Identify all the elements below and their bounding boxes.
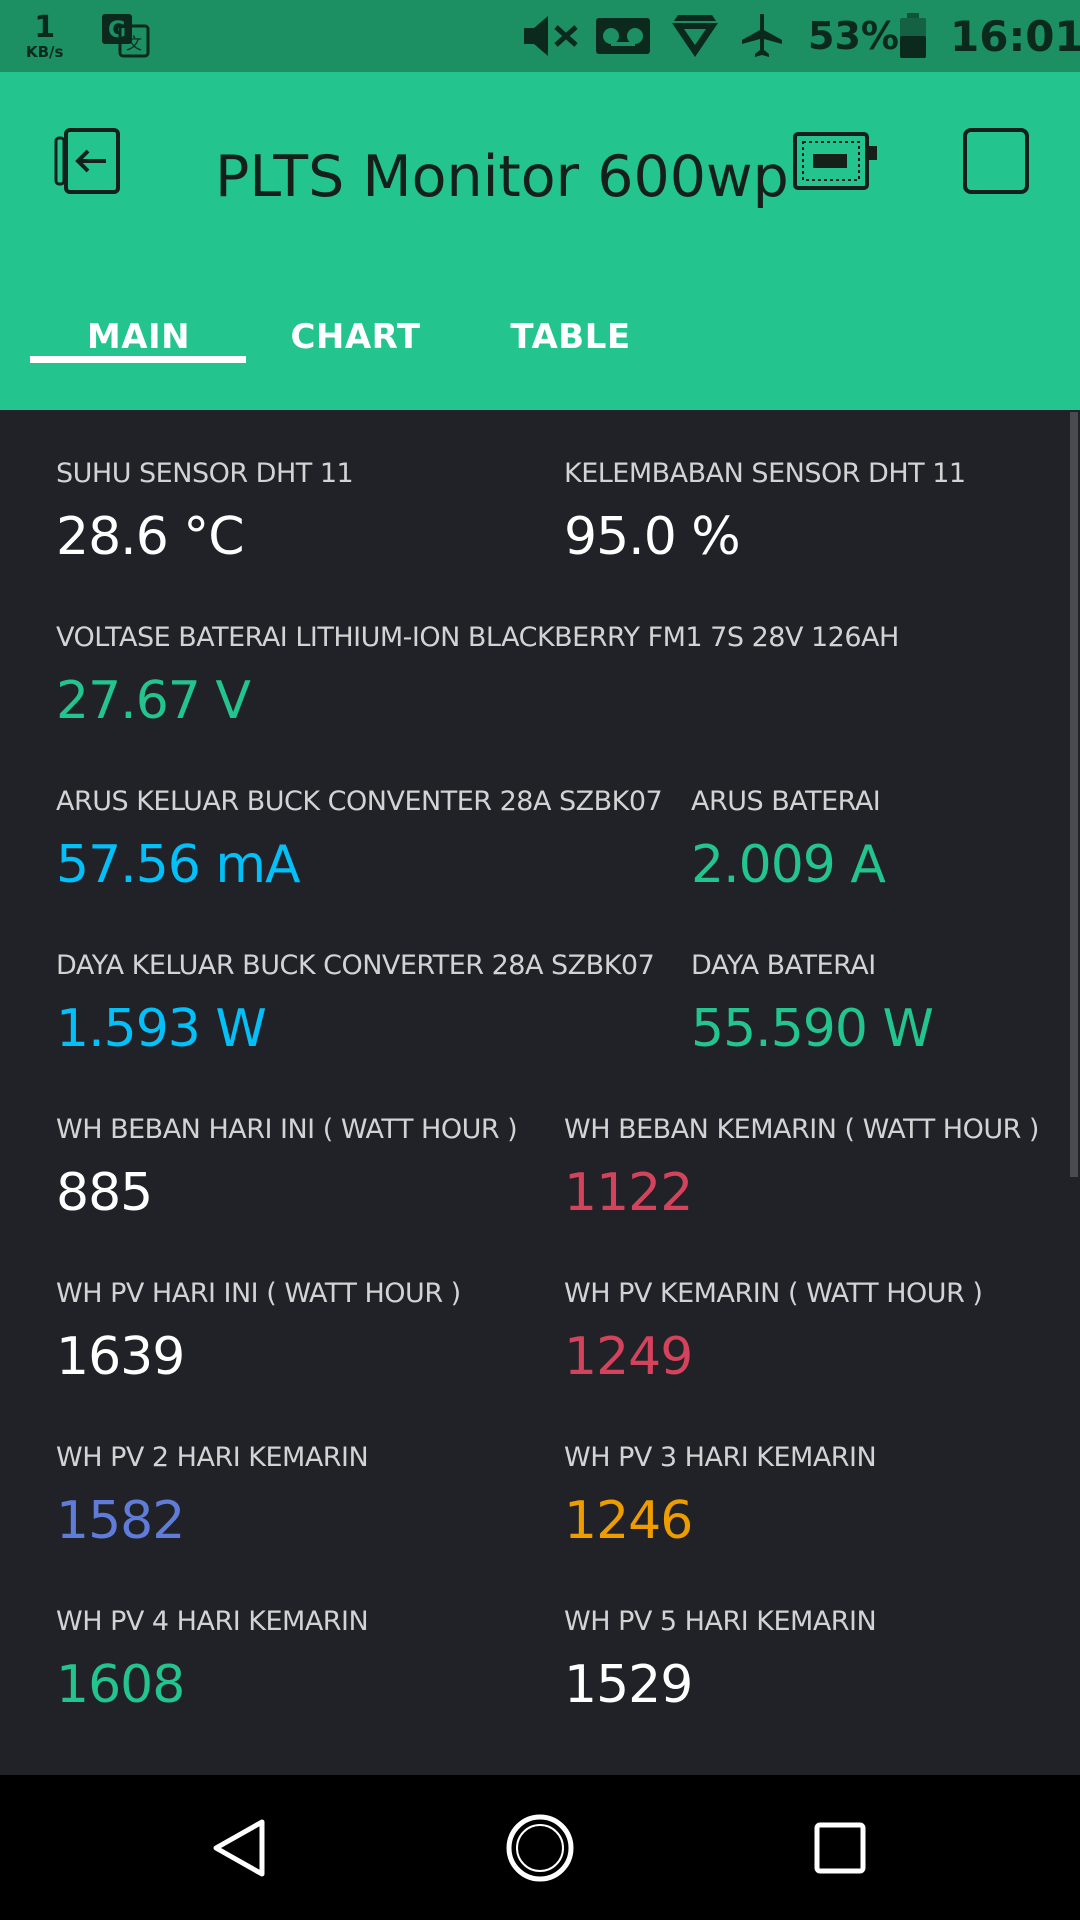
tab-chart[interactable]: CHART [248, 297, 463, 377]
widget-value: 1608 [56, 1655, 185, 1715]
tab-bar: MAIN CHART TABLE [0, 72, 1080, 410]
widget-value: 1582 [56, 1491, 185, 1551]
widget-label: DAYA KELUAR BUCK CONVERTER 28A SZBK07 [56, 950, 655, 981]
tab-main[interactable]: MAIN [31, 297, 246, 377]
widget-value: 1249 [564, 1327, 693, 1387]
widget-value: 1.593 W [56, 999, 267, 1059]
widget-label: WH PV 5 HARI KEMARIN [564, 1606, 877, 1637]
widget-value: 27.67 V [56, 671, 251, 731]
widget-value: 1246 [564, 1491, 693, 1551]
widget-wh-pv-kemarin: WH PV KEMARIN ( WATT HOUR ) 1249 [564, 1278, 983, 1387]
voicemail-icon [594, 0, 652, 72]
widget-label: DAYA BATERAI [691, 950, 876, 981]
widget-wh-pv-4-hari: WH PV 4 HARI KEMARIN 1608 [56, 1606, 369, 1715]
widget-daya-baterai: DAYA BATERAI 55.590 W [691, 950, 934, 1059]
widget-wh-beban-kemarin: WH BEBAN KEMARIN ( WATT HOUR ) 1122 [564, 1114, 1039, 1223]
battery-icon [898, 0, 928, 72]
home-icon[interactable] [460, 1775, 620, 1920]
widget-arus-buck: ARUS KELUAR BUCK CONVENTER 28A SZBK07 57… [56, 786, 663, 895]
battery-percent: 53% [808, 14, 899, 58]
widget-label: ARUS BATERAI [691, 786, 881, 817]
widget-label: WH BEBAN KEMARIN ( WATT HOUR ) [564, 1114, 1039, 1145]
widget-label: WH PV 3 HARI KEMARIN [564, 1442, 877, 1473]
navigation-bar [0, 1775, 1080, 1920]
status-bar: 1 KB/s G 文 53% 16:01 [0, 0, 1080, 72]
widget-wh-pv-3-hari: WH PV 3 HARI KEMARIN 1246 [564, 1442, 877, 1551]
network-speed-unit: KB/s [26, 42, 64, 61]
widget-label: VOLTASE BATERAI LITHIUM-ION BLACKBERRY F… [56, 622, 899, 653]
widget-label: ARUS KELUAR BUCK CONVENTER 28A SZBK07 [56, 786, 663, 817]
widget-value: 55.590 W [691, 999, 934, 1059]
widget-label: WH PV 4 HARI KEMARIN [56, 1606, 369, 1637]
app-bar: PLTS Monitor 600wp MAIN CHART TABLE [0, 72, 1080, 410]
scrollbar[interactable] [1070, 412, 1078, 1177]
back-icon[interactable] [160, 1775, 320, 1920]
network-speed: 1 KB/s [26, 0, 63, 72]
clock-time: 16:01 [950, 11, 1080, 61]
widget-label: WH PV 2 HARI KEMARIN [56, 1442, 369, 1473]
widget-wh-beban-hari-ini: WH BEBAN HARI INI ( WATT HOUR ) 885 [56, 1114, 518, 1223]
widget-label: WH PV KEMARIN ( WATT HOUR ) [564, 1278, 983, 1309]
widget-wh-pv-hari-ini: WH PV HARI INI ( WATT HOUR ) 1639 [56, 1278, 461, 1387]
widget-value: 28.6 °C [56, 507, 245, 567]
svg-text:文: 文 [126, 34, 142, 53]
dashboard-content[interactable]: SUHU SENSOR DHT 11 28.6 °C KELEMBABAN SE… [0, 410, 1080, 1775]
widget-value: 1639 [56, 1327, 185, 1387]
recents-icon[interactable] [760, 1775, 920, 1920]
network-speed-value: 1 [34, 9, 56, 45]
widget-value: 2.009 A [691, 835, 886, 895]
widget-label: WH BEBAN HARI INI ( WATT HOUR ) [56, 1114, 518, 1145]
widget-value: 1529 [564, 1655, 693, 1715]
widget-value: 885 [56, 1163, 153, 1223]
widget-value: 57.56 mA [56, 835, 301, 895]
widget-value: 1122 [564, 1163, 693, 1223]
tab-table[interactable]: TABLE [463, 297, 678, 377]
mute-icon [522, 0, 580, 72]
airplane-icon [738, 0, 786, 72]
widget-value: 95.0 % [564, 507, 741, 567]
svg-text:G: G [108, 18, 126, 43]
widget-label: SUHU SENSOR DHT 11 [56, 458, 354, 489]
widget-wh-pv-2-hari: WH PV 2 HARI KEMARIN 1582 [56, 1442, 369, 1551]
signal-icon [670, 0, 720, 72]
widget-label: KELEMBABAN SENSOR DHT 11 [564, 458, 966, 489]
widget-kelembaban: KELEMBABAN SENSOR DHT 11 95.0 % [564, 458, 966, 567]
widget-suhu: SUHU SENSOR DHT 11 28.6 °C [56, 458, 354, 567]
widget-voltase-baterai: VOLTASE BATERAI LITHIUM-ION BLACKBERRY F… [56, 622, 899, 731]
active-tab-indicator [30, 356, 246, 363]
widget-arus-baterai: ARUS BATERAI 2.009 A [691, 786, 886, 895]
widget-label: WH PV HARI INI ( WATT HOUR ) [56, 1278, 461, 1309]
widget-daya-buck: DAYA KELUAR BUCK CONVERTER 28A SZBK07 1.… [56, 950, 655, 1059]
widget-wh-pv-5-hari: WH PV 5 HARI KEMARIN 1529 [564, 1606, 877, 1715]
translate-icon: G 文 [100, 0, 152, 72]
